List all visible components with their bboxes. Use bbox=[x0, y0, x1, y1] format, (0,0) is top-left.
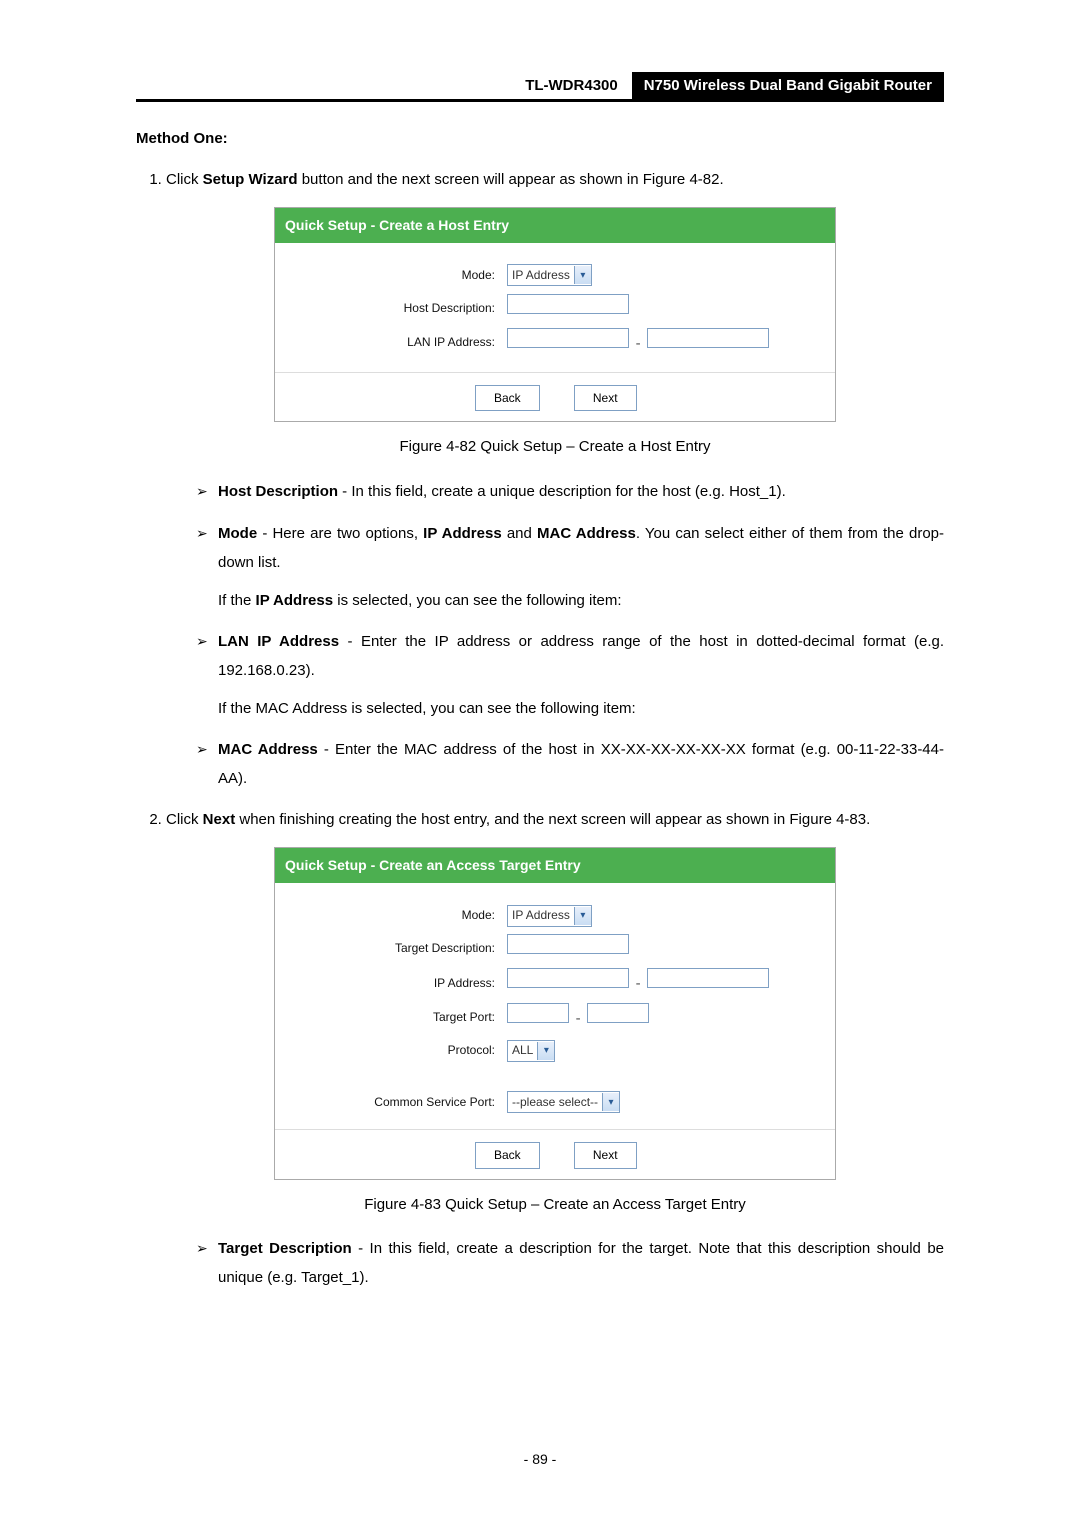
b2-mid2: and bbox=[502, 525, 537, 542]
next-button[interactable]: Next bbox=[574, 385, 637, 411]
target-entry-panel: Quick Setup - Create an Access Target En… bbox=[274, 847, 836, 1180]
host-entry-panel: Quick Setup - Create a Host Entry Mode: … bbox=[274, 207, 836, 423]
ip-input-to[interactable] bbox=[647, 968, 769, 988]
content: Method One: Click Setup Wizard button an… bbox=[136, 130, 944, 1292]
csp-select-value: --please select-- bbox=[512, 1092, 598, 1112]
bullet-lanip: LAN IP Address - Enter the IP address or… bbox=[196, 628, 944, 722]
header-bar: TL-WDR4300 N750 Wireless Dual Band Gigab… bbox=[136, 72, 944, 102]
target-entry-form: Mode: IP Address ▾ Target Description: bbox=[289, 899, 775, 1117]
t-mode-select-value: IP Address bbox=[512, 905, 570, 925]
header-model: TL-WDR4300 bbox=[511, 72, 632, 99]
host-entry-panel-title: Quick Setup - Create a Host Entry bbox=[275, 208, 835, 244]
csp-select[interactable]: --please select-- ▾ bbox=[507, 1091, 620, 1113]
b2-sub: If the IP Address is selected, you can s… bbox=[218, 587, 944, 614]
target-entry-panel-body: Mode: IP Address ▾ Target Description: bbox=[275, 883, 835, 1129]
t-mode-select[interactable]: IP Address ▾ bbox=[507, 905, 592, 927]
range-dash: - bbox=[633, 971, 643, 997]
proto-select-value: ALL bbox=[512, 1040, 533, 1060]
port-input-to[interactable] bbox=[587, 1003, 649, 1023]
step-2: Click Next when finishing creating the h… bbox=[166, 807, 944, 1292]
header-spacer bbox=[136, 72, 511, 99]
b2-sub-prefix: If the bbox=[218, 592, 256, 609]
step2-bold: Next bbox=[203, 811, 236, 828]
method-one-label: Method One: bbox=[136, 130, 944, 147]
mode-select[interactable]: IP Address ▾ bbox=[507, 264, 592, 286]
bullet-target-description: Target Description - In this field, crea… bbox=[196, 1235, 944, 1292]
bullet-macaddress: MAC Address - Enter the MAC address of t… bbox=[196, 736, 944, 793]
host-entry-form: Mode: IP Address ▾ Host Description: bbox=[289, 259, 775, 360]
step1-rest: button and the next screen will appear a… bbox=[298, 171, 724, 188]
chevron-down-icon: ▾ bbox=[574, 266, 591, 284]
proto-select[interactable]: ALL ▾ bbox=[507, 1040, 555, 1062]
ip-label: IP Address: bbox=[289, 965, 501, 1000]
b3-bold: LAN IP Address bbox=[218, 633, 339, 650]
csp-label: Common Service Port: bbox=[289, 1086, 501, 1118]
page-number: - 89 - bbox=[0, 1451, 1080, 1467]
back-button[interactable]: Back bbox=[475, 1142, 540, 1168]
b2-bold: Mode bbox=[218, 525, 257, 542]
target-desc-label: Target Description: bbox=[289, 931, 501, 966]
range-dash: - bbox=[573, 1006, 583, 1032]
host-entry-panel-body: Mode: IP Address ▾ Host Description: bbox=[275, 243, 835, 372]
lanip-input-to[interactable] bbox=[647, 328, 769, 348]
b3-sub: If the MAC Address is selected, you can … bbox=[218, 695, 944, 722]
target-entry-panel-title: Quick Setup - Create an Access Target En… bbox=[275, 848, 835, 884]
mode-select-value: IP Address bbox=[512, 265, 570, 285]
figure-caption-1: Figure 4-82 Quick Setup – Create a Host … bbox=[166, 434, 944, 460]
bullet-host-description: Host Description - In this field, create… bbox=[196, 478, 944, 507]
bullet-mode: Mode - Here are two options, IP Address … bbox=[196, 520, 944, 614]
b2-bold2: IP Address bbox=[423, 525, 502, 542]
b2-sub-rest: is selected, you can see the following i… bbox=[333, 592, 622, 609]
lanip-label: LAN IP Address: bbox=[289, 325, 501, 360]
step2-prefix: Click bbox=[166, 811, 203, 828]
port-label: Target Port: bbox=[289, 1000, 501, 1035]
host-desc-label: Host Description: bbox=[289, 291, 501, 326]
mode-label: Mode: bbox=[289, 259, 501, 291]
figure-caption-2: Figure 4-83 Quick Setup – Create an Acce… bbox=[166, 1192, 944, 1218]
b1-rest: - In this field, create a unique descrip… bbox=[338, 483, 786, 500]
lanip-input-from[interactable] bbox=[507, 328, 629, 348]
target-bullet-list: Target Description - In this field, crea… bbox=[166, 1235, 944, 1292]
page: TL-WDR4300 N750 Wireless Dual Band Gigab… bbox=[0, 0, 1080, 1527]
host-desc-input[interactable] bbox=[507, 294, 629, 314]
step1-bold: Setup Wizard bbox=[203, 171, 298, 188]
host-entry-footer: Back Next bbox=[275, 372, 835, 421]
numbered-list: Click Setup Wizard button and the next s… bbox=[136, 167, 944, 1292]
chevron-down-icon: ▾ bbox=[537, 1042, 554, 1060]
b1-bold: Host Description bbox=[218, 483, 338, 500]
step-1: Click Setup Wizard button and the next s… bbox=[166, 167, 944, 793]
tb1-bold: Target Description bbox=[218, 1240, 352, 1257]
step1-prefix: Click bbox=[166, 171, 203, 188]
b2-mid1: - Here are two options, bbox=[257, 525, 423, 542]
step2-rest: when finishing creating the host entry, … bbox=[235, 811, 870, 828]
target-desc-input[interactable] bbox=[507, 934, 629, 954]
b2-bold3: MAC Address bbox=[537, 525, 636, 542]
proto-label: Protocol: bbox=[289, 1034, 501, 1066]
b4-bold: MAC Address bbox=[218, 741, 318, 758]
header-title: N750 Wireless Dual Band Gigabit Router bbox=[632, 72, 944, 99]
chevron-down-icon: ▾ bbox=[574, 907, 591, 925]
back-button[interactable]: Back bbox=[475, 385, 540, 411]
b4-rest: - Enter the MAC address of the host in X… bbox=[218, 741, 944, 787]
host-bullet-list: Host Description - In this field, create… bbox=[166, 478, 944, 794]
t-mode-label: Mode: bbox=[289, 899, 501, 931]
port-input-from[interactable] bbox=[507, 1003, 569, 1023]
b2-sub-bold: IP Address bbox=[256, 592, 334, 609]
range-dash: - bbox=[633, 331, 643, 357]
ip-input-from[interactable] bbox=[507, 968, 629, 988]
target-entry-footer: Back Next bbox=[275, 1129, 835, 1178]
next-button[interactable]: Next bbox=[574, 1142, 637, 1168]
chevron-down-icon: ▾ bbox=[602, 1093, 619, 1111]
